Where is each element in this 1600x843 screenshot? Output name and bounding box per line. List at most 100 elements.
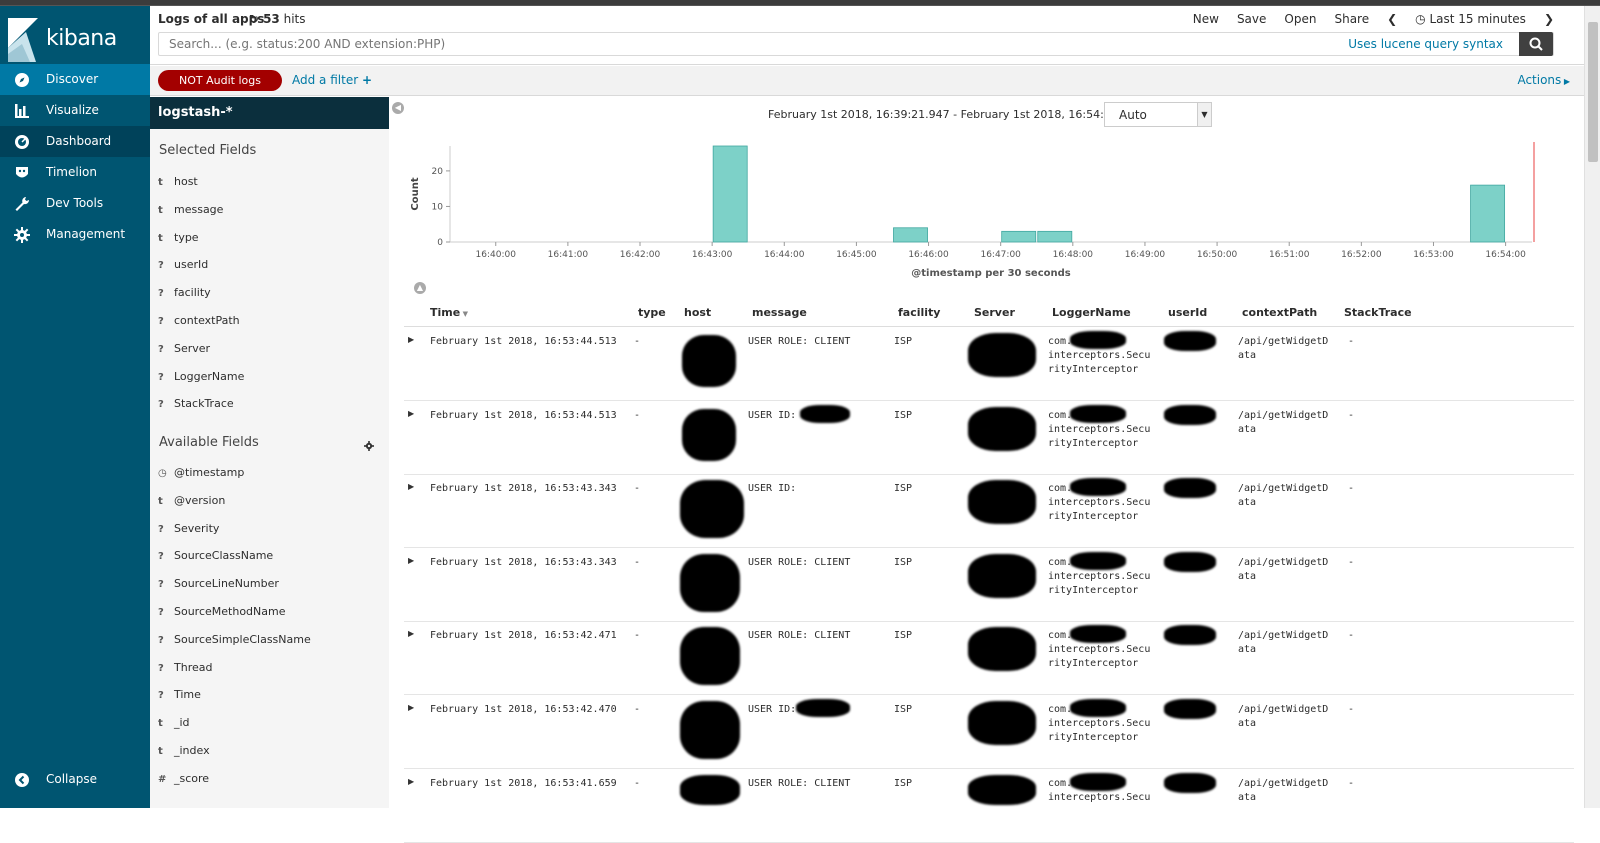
field-item-time[interactable]: ? Time [158,688,201,701]
menu-new[interactable]: New [1193,12,1219,26]
redacted-user-id-cell [1164,551,1216,572]
table-row[interactable]: ▶ February 1st 2018, 16:53:44.513 - USER RO… [404,327,1574,401]
menu-open[interactable]: Open [1284,12,1316,26]
column-header-message[interactable]: message [752,306,807,319]
scrollbar-thumb[interactable] [1588,22,1598,162]
add-filter-link[interactable]: Add a filter + [292,73,372,87]
refresh-icon[interactable]: ↻ [249,12,259,26]
collapse-chart-arrow-icon[interactable]: ▲ [414,282,426,294]
actions-link[interactable]: Actions ▶ [1517,73,1570,87]
expand-row-caret-icon[interactable]: ▶ [408,335,414,344]
time-back-chevron-icon[interactable]: ❮ [1387,12,1397,26]
field-item-loggername[interactable]: ? LoggerName [158,370,244,383]
filter-pill[interactable]: NOT Audit logs [158,70,282,91]
cell-facility: ISP [894,630,913,642]
nav-item-timelion[interactable]: Timelion [0,157,150,188]
histogram-bar[interactable] [893,227,928,243]
time-picker[interactable]: ◷ Last 15 minutes [1415,12,1526,26]
column-header-facility[interactable]: facility [898,306,940,319]
redacted-user-id-cell [1164,772,1216,793]
field-item-message[interactable]: t message [158,203,223,216]
field-item-thread[interactable]: ? Thread [158,661,212,674]
nav-item-dev-tools[interactable]: Dev Tools [0,188,150,219]
histogram-bar[interactable] [1037,230,1073,243]
cell-facility: ISP [894,409,913,421]
field-item-sourcesimpleclassname[interactable]: ? SourceSimpleClassName [158,633,311,646]
redacted-logger-package [1070,699,1126,717]
hits-number: 53 [263,12,280,26]
column-header-stacktrace[interactable]: StackTrace [1344,306,1412,319]
field-item-host[interactable]: t host [158,175,198,188]
field-settings-gear-icon[interactable] [364,441,374,451]
index-pattern[interactable]: logstash-* [150,97,389,129]
cell-stack-trace: - [1348,483,1355,495]
histogram-bar[interactable] [712,145,748,243]
field-item-sourcemethodname[interactable]: ? SourceMethodName [158,605,286,618]
table-row[interactable]: ▶ February 1st 2018, 16:53:43.343 - USER ID… [404,474,1574,549]
cell-time: February 1st 2018, 16:53:43.343 [430,483,617,495]
field-item-userid[interactable]: ? userId [158,258,208,271]
redacted-logger-package [1070,331,1126,349]
field-item-contextpath[interactable]: ? contextPath [158,314,240,327]
table-row[interactable]: ▶ February 1st 2018, 16:53:42.470 - USER ID… [404,695,1574,769]
nav-item-dashboard[interactable]: Dashboard [0,126,150,157]
collapse-sidebar-arrow-icon[interactable]: ◀ [392,102,404,114]
page-scrollbar[interactable] [1584,6,1600,808]
search-input[interactable] [159,33,1339,55]
field-item-severity[interactable]: ? Severity [158,522,219,535]
x-tick-label: 16:47:00 [980,250,1021,260]
expand-row-caret-icon[interactable]: ▶ [408,556,414,565]
interval-select[interactable]: Auto ▼ [1104,102,1212,127]
column-header-label: LoggerName [1052,306,1131,319]
nav-item-visualize[interactable]: Visualize [0,95,150,126]
cell-context-path: /api/getWidgetD ata [1238,556,1329,582]
expand-row-caret-icon[interactable]: ▶ [408,777,414,786]
column-header-loggername[interactable]: LoggerName [1052,306,1131,319]
field-item-stacktrace[interactable]: ? StackTrace [158,397,234,410]
kibana-logo[interactable]: kibana [8,18,148,66]
field-item-index[interactable]: t _index [158,744,210,757]
field-name: Time [174,688,201,702]
expand-row-caret-icon[interactable]: ▶ [408,703,414,712]
column-header-contextpath[interactable]: contextPath [1242,306,1317,319]
redacted-logger-package [1070,551,1126,570]
field-item-type[interactable]: t type [158,231,199,244]
histogram-bar[interactable] [1470,184,1506,243]
field-item-version[interactable]: t @version [158,494,225,507]
nav-item-label: Visualize [46,103,99,117]
menu-save[interactable]: Save [1237,12,1266,26]
field-item-sourceclassname[interactable]: ? SourceClassName [158,549,273,562]
column-header-server[interactable]: Server [974,306,1015,319]
table-row[interactable]: ▶ February 1st 2018, 16:53:43.343 - USER RO… [404,548,1574,622]
table-row[interactable]: ▶ February 1st 2018, 16:53:42.471 - USER RO… [404,621,1574,696]
expand-row-caret-icon[interactable]: ▶ [408,409,414,418]
cell-stack-trace: - [1348,556,1355,568]
nav-item-management[interactable]: Management [0,219,150,250]
histogram-bar[interactable] [1001,230,1037,243]
time-forward-chevron-icon[interactable]: ❯ [1544,12,1554,26]
y-tick-label: 20 [432,167,444,177]
field-item-id[interactable]: t _id [158,716,190,729]
sort-desc-icon[interactable]: ▼ [460,310,468,318]
field-item-timestamp[interactable]: ◷ @timestamp [158,466,244,479]
table-row[interactable]: ▶ February 1st 2018, 16:53:41.659 - USER RO… [404,769,1574,843]
field-item-sourcelinenumber[interactable]: ? SourceLineNumber [158,577,279,590]
lucene-syntax-link[interactable]: Uses lucene query syntax [1348,37,1503,51]
search-button[interactable] [1519,32,1553,56]
field-name: SourceClassName [174,549,274,563]
table-row[interactable]: ▶ February 1st 2018, 16:53:44.513 - USER ID… [404,401,1574,475]
column-header-type[interactable]: type [638,306,666,319]
expand-row-caret-icon[interactable]: ▶ [408,629,414,638]
column-header-host[interactable]: host [684,306,711,319]
expand-row-caret-icon[interactable]: ▶ [408,482,414,491]
field-item-server[interactable]: ? Server [158,342,210,355]
collapse-nav-button[interactable]: Collapse [0,764,150,795]
field-item-facility[interactable]: ? facility [158,286,211,299]
column-header-userid[interactable]: userId [1168,306,1207,319]
nav-item-discover[interactable]: Discover [0,64,150,95]
field-item-score[interactable]: # _score [158,772,209,785]
plus-icon: + [361,73,373,87]
wrench-icon [15,197,30,211]
menu-share[interactable]: Share [1334,12,1369,26]
column-header-time[interactable]: Time ▼ [430,306,468,319]
